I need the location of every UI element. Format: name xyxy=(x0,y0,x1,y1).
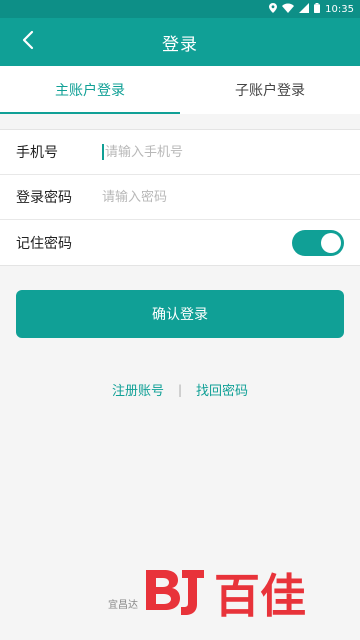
phone-label: 手机号 xyxy=(16,145,58,161)
text-cursor xyxy=(102,144,104,160)
tab-sub-account[interactable]: 子账户登录 xyxy=(180,66,360,114)
account-tabs: 主账户登录 子账户登录 xyxy=(0,66,360,114)
status-bar: 10:35 xyxy=(0,0,360,18)
register-link[interactable]: 注册账号 xyxy=(112,380,164,399)
login-form: 手机号 登录密码 记住密码 xyxy=(0,129,360,266)
battery-icon xyxy=(314,2,321,16)
watermark-logo: 百佳 xyxy=(146,569,306,623)
page-title: 登录 xyxy=(162,34,198,55)
confirm-login-button[interactable]: 确认登录 xyxy=(16,290,344,338)
app-bar: 登录 xyxy=(0,18,360,66)
link-separator: | xyxy=(177,382,183,397)
password-label: 登录密码 xyxy=(16,190,72,206)
phone-input[interactable] xyxy=(105,137,344,167)
toggle-knob xyxy=(321,232,341,253)
location-icon xyxy=(269,2,278,16)
phone-row: 手机号 xyxy=(0,130,360,175)
chevron-left-icon xyxy=(21,30,35,54)
tab-main-account[interactable]: 主账户登录 xyxy=(0,66,180,114)
remember-password-toggle[interactable] xyxy=(292,229,344,256)
remember-label: 记住密码 xyxy=(16,235,72,252)
watermark-text: 百佳 xyxy=(214,569,306,623)
password-row: 登录密码 xyxy=(0,175,360,220)
signal-icon xyxy=(299,2,310,16)
recover-password-link[interactable]: 找回密码 xyxy=(196,380,248,399)
wifi-icon xyxy=(282,3,295,16)
remember-row: 记住密码 xyxy=(0,220,360,265)
password-input[interactable] xyxy=(102,182,344,212)
footer-text: 宜昌达 xyxy=(108,600,138,611)
auth-links: 注册账号 | 找回密码 xyxy=(0,380,360,400)
back-button[interactable] xyxy=(8,22,48,62)
status-time: 10:35 xyxy=(325,3,354,15)
